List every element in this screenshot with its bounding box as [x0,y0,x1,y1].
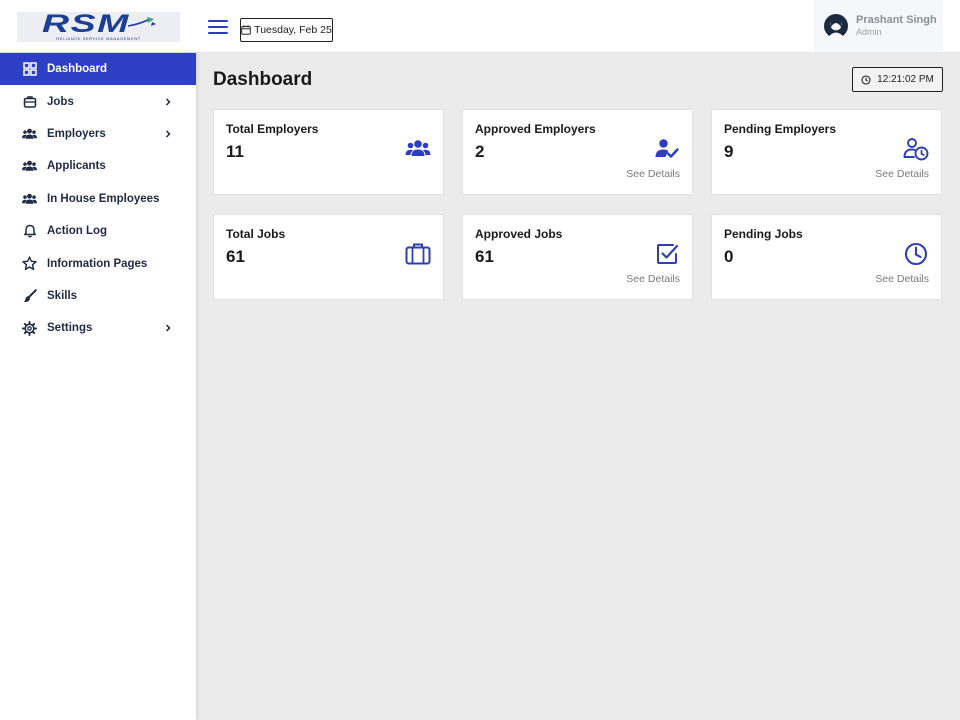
card-total-employers[interactable]: Total Employers 11 [213,109,444,195]
card-value: 61 [226,247,245,266]
user-name: Prashant Singh [856,14,937,26]
see-details-link[interactable]: See Details [875,273,929,285]
sidebar-item-label: Skills [47,289,78,302]
logo-text: RSM [41,10,130,38]
chevron-right-icon [165,130,171,138]
calendar-icon [241,25,251,35]
time-display: 12:21:02 PM [852,67,943,92]
time-text: 12:21:02 PM [877,74,934,85]
card-title: Total Jobs [226,227,286,241]
date-text: Tuesday, Feb 25 [254,24,332,36]
users-icon [22,191,37,206]
checkbox-icon [657,244,679,264]
card-pending-jobs[interactable]: Pending Jobs 0 See Details [711,214,942,300]
avatar-icon [824,14,848,38]
see-details-link[interactable]: See Details [626,273,680,285]
rsm-logo[interactable]: RSM RELIANCE SERVICE MANAGEMENT [17,12,180,42]
users-icon [22,159,37,174]
briefcase-icon [22,94,37,109]
sidebar-item-action-log[interactable]: Action Log [0,215,196,247]
sidebar-item-label: In House Employees [47,192,160,205]
card-title: Approved Employers [475,122,596,136]
chevron-right-icon [165,98,171,106]
users-icon [405,140,431,156]
clock-icon [904,242,928,266]
brush-icon [22,288,37,303]
card-value: 2 [475,142,485,161]
sidebar-item-label: Action Log [47,225,108,238]
card-value: 9 [724,142,734,161]
clock-icon [861,74,871,85]
grid-icon [22,62,37,77]
card-pending-employers[interactable]: Pending Employers 9 See Details [711,109,942,195]
sidebar-item-label: Settings [47,322,93,335]
sidebar-item-label: Employers [47,127,106,140]
sidebar-item-in-house-employees[interactable]: In House Employees [0,183,196,215]
sidebar-item-jobs[interactable]: Jobs [0,85,196,117]
card-value: 11 [226,142,244,161]
card-title: Pending Jobs [724,227,803,241]
sidebar-item-label: Jobs [47,95,74,108]
card-title: Total Employers [226,122,319,136]
see-details-link[interactable]: See Details [626,168,680,180]
card-value: 0 [724,247,734,266]
sidebar-item-applicants[interactable]: Applicants [0,150,196,182]
sidebar: Dashboard Jobs Employers Applicants In H… [0,53,196,720]
users-icon [22,126,37,141]
card-approved-jobs[interactable]: Approved Jobs 61 See Details [462,214,693,300]
see-details-link[interactable]: See Details [875,168,929,180]
user-clock-icon [903,138,929,161]
gear-icon [22,320,37,336]
page-title: Dashboard [213,69,313,90]
menu-toggle-icon[interactable] [208,20,228,36]
user-check-icon [655,139,679,158]
briefcase-icon [405,243,431,265]
user-role: Admin [856,27,882,37]
sidebar-item-employers[interactable]: Employers [0,118,196,150]
card-title: Approved Jobs [475,227,563,241]
card-total-jobs[interactable]: Total Jobs 61 [213,214,444,300]
sidebar-item-label: Applicants [47,160,106,173]
sidebar-item-label: Dashboard [47,63,108,76]
sidebar-item-label: Information Pages [47,257,148,270]
date-display: Tuesday, Feb 25 [240,18,333,42]
chevron-right-icon [165,324,171,332]
sidebar-item-dashboard[interactable]: Dashboard [0,53,196,86]
top-header: RSM RELIANCE SERVICE MANAGEMENT Tuesday,… [0,0,960,53]
sidebar-item-settings[interactable]: Settings [0,312,196,344]
card-title: Pending Employers [724,122,837,136]
sidebar-item-information-pages[interactable]: Information Pages [0,247,196,279]
bell-icon [22,224,37,239]
user-profile[interactable]: Prashant Singh Admin [814,0,943,52]
card-approved-employers[interactable]: Approved Employers 2 See Details [462,109,693,195]
sidebar-item-skills[interactable]: Skills [0,280,196,312]
star-icon [22,256,37,271]
card-value: 61 [475,247,494,266]
